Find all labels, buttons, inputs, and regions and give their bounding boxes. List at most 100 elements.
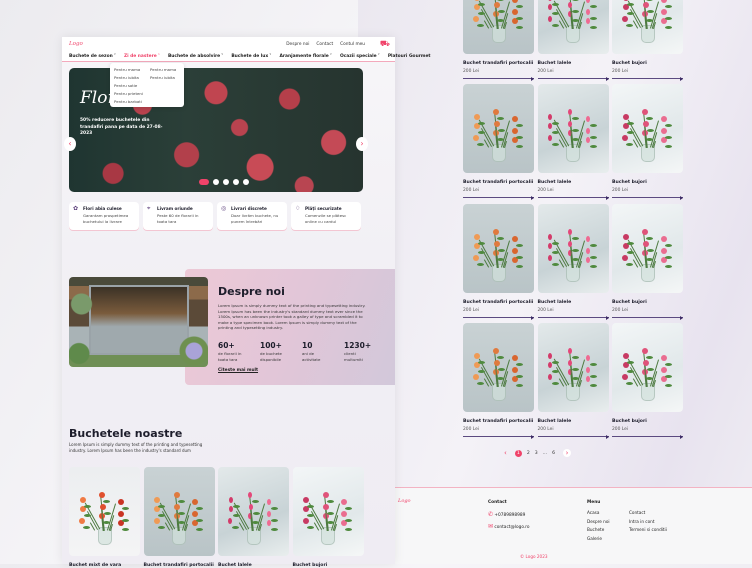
bouquet-image: [69, 467, 140, 556]
bloom-shape: [586, 248, 591, 254]
footer-menu-link[interactable]: Intra in cont: [629, 519, 667, 528]
footer-logo[interactable]: Logo: [398, 498, 411, 504]
bloom-shape: [473, 135, 480, 141]
bloom-shape: [473, 255, 480, 261]
bloom-shape: [548, 353, 553, 359]
logo[interactable]: Logo: [69, 41, 83, 47]
bouquet-card[interactable]: Buchet lalele: [218, 467, 289, 568]
carousel-dot[interactable]: [199, 179, 209, 185]
bouquet-card[interactable]: Buchet trandafiri portocalii: [143, 467, 215, 568]
leaf-shape: [345, 528, 353, 531]
footer-menu-link[interactable]: Galerie: [587, 536, 610, 545]
bouquet-card[interactable]: Buchet bujori: [292, 467, 364, 568]
product-card[interactable]: Buchet lalele 200 Lei: [537, 84, 609, 200]
product-card[interactable]: Buchet bujori 200 Lei: [612, 84, 683, 200]
nav-item[interactable]: Ocazii speciale˅: [340, 54, 380, 59]
dropdown-item[interactable]: Pentru barbati: [114, 99, 143, 107]
product-image: [463, 204, 534, 293]
top-link[interactable]: Contact: [316, 42, 333, 47]
stat-number: 1230+: [344, 341, 372, 350]
leaf-shape: [552, 361, 560, 364]
bouquet-card[interactable]: Buchet mixt de vara: [69, 467, 140, 568]
bloom-shape: [586, 116, 591, 122]
leaf-shape: [270, 519, 278, 522]
carousel-dot[interactable]: [223, 179, 229, 185]
hero-prev-button[interactable]: ‹: [64, 137, 76, 151]
footer-menu-link[interactable]: Despre noi: [587, 519, 610, 528]
top-link[interactable]: Despre noi: [286, 42, 309, 47]
dropdown-item[interactable]: Pentru sotie: [114, 83, 143, 91]
product-card[interactable]: Buchet bujori 200 Lei: [612, 323, 683, 439]
dropdown-item[interactable]: Pentru iubita: [150, 75, 176, 83]
nav-item[interactable]: Aranjamente florale˅: [279, 54, 332, 59]
hero-subtitle: 50% reducere buchetele din trandafiri pa…: [80, 118, 163, 136]
product-card[interactable]: Buchet trandafiri portocalii 200 Lei: [463, 204, 534, 320]
carousel-dot[interactable]: [233, 179, 239, 185]
dropdown-item[interactable]: Pentru mama: [114, 67, 143, 75]
leaf-shape: [515, 26, 523, 29]
prev-page-button[interactable]: ‹: [504, 449, 507, 457]
bloom-shape: [622, 135, 629, 141]
nav-item[interactable]: Buchete de absolvire˅: [168, 54, 223, 59]
carousel-dot[interactable]: [243, 179, 249, 185]
product-name: Buchet lalele: [537, 61, 572, 66]
product-card[interactable]: Buchet trandafiri portocalii 200 Lei: [463, 323, 534, 439]
bloom-shape: [117, 511, 124, 517]
nav-item-label: Platouri Gourmet: [387, 54, 431, 59]
product-image: [463, 323, 534, 412]
product-card[interactable]: Buchet trandafiri portocalii 200 Lei: [463, 0, 534, 81]
next-page-button[interactable]: ›: [563, 449, 572, 457]
footer-menu-link[interactable]: Contact: [629, 510, 667, 519]
footer-menu-link[interactable]: Buchete: [587, 527, 610, 536]
bloom-shape: [642, 2, 649, 8]
product-card[interactable]: Buchet lalele 200 Lei: [537, 204, 609, 320]
read-more-link[interactable]: Citeste mai mult: [218, 368, 258, 373]
footer-email[interactable]: ✉ contact@logo.ro: [488, 523, 530, 530]
page-button[interactable]: 3: [535, 451, 538, 456]
nav-item[interactable]: Platouri Gourmet: [388, 54, 431, 59]
hero-next-button[interactable]: ›: [356, 137, 368, 151]
leaf-shape: [515, 265, 523, 268]
leaf-shape: [571, 237, 579, 240]
product-card[interactable]: Buchet bujori 200 Lei: [612, 204, 683, 320]
top-link[interactable]: Contul meu: [340, 42, 365, 47]
cart-icon[interactable]: ⛟: [380, 39, 390, 49]
footer-menu-link[interactable]: Acasa: [587, 510, 610, 519]
leaf-shape: [252, 512, 260, 515]
dropdown-item[interactable]: Pentru prieteni: [114, 91, 143, 99]
dropdown-item[interactable]: Pentru mama: [150, 67, 176, 75]
product-card[interactable]: Buchet trandafiri portocalii 200 Lei: [463, 84, 534, 200]
leaf-shape: [572, 368, 580, 371]
product-card[interactable]: Buchet bujori 200 Lei: [612, 0, 683, 81]
footer-phone[interactable]: ✆ +0789898989: [488, 511, 525, 518]
product-image: [463, 0, 534, 54]
nav-item[interactable]: Buchete de lux˅: [231, 54, 271, 59]
page-button[interactable]: 2: [527, 451, 530, 456]
footer-menu-col2: Contact Intra in cont Termeni si conditii: [629, 510, 667, 536]
nav-item[interactable]: Zi de nastere˄: [124, 54, 160, 59]
leaf-shape: [626, 122, 634, 125]
nav-item[interactable]: Buchete de sezon˅: [69, 54, 116, 59]
feature-desc: Garantam prospetimea buchetului la livra…: [83, 213, 129, 224]
page-button[interactable]: 6: [552, 451, 555, 456]
carousel-dot[interactable]: [213, 179, 219, 185]
bloom-shape: [642, 360, 649, 366]
bloom-shape: [511, 9, 518, 15]
leaf-shape: [515, 375, 523, 378]
stat: 1230+ clienti multumiti: [344, 341, 372, 362]
bloom-shape: [567, 348, 572, 354]
product-card[interactable]: Buchet lalele 200 Lei: [537, 323, 609, 439]
product-card[interactable]: Buchet lalele 200 Lei: [537, 0, 609, 81]
leaf-shape: [646, 368, 654, 371]
about-stats: 60+ de florarii in toata tara 100+ de buche…: [218, 341, 372, 362]
bloom-shape: [622, 374, 629, 380]
bloom-shape: [79, 497, 86, 503]
leaf-shape: [307, 505, 315, 508]
home-page: Logo Despre noi Contact Contul meu ⛟ Buche…: [62, 37, 431, 568]
bloom-shape: [341, 511, 348, 517]
bouquets-desc: Lorem Ipsum is simply dummy text of the …: [69, 442, 203, 453]
footer-menu-link[interactable]: Termeni si conditii: [629, 527, 667, 536]
page-button[interactable]: 1: [514, 449, 522, 457]
dropdown-item[interactable]: Pentru iubita: [114, 75, 143, 83]
carousel-dots: [199, 179, 249, 185]
